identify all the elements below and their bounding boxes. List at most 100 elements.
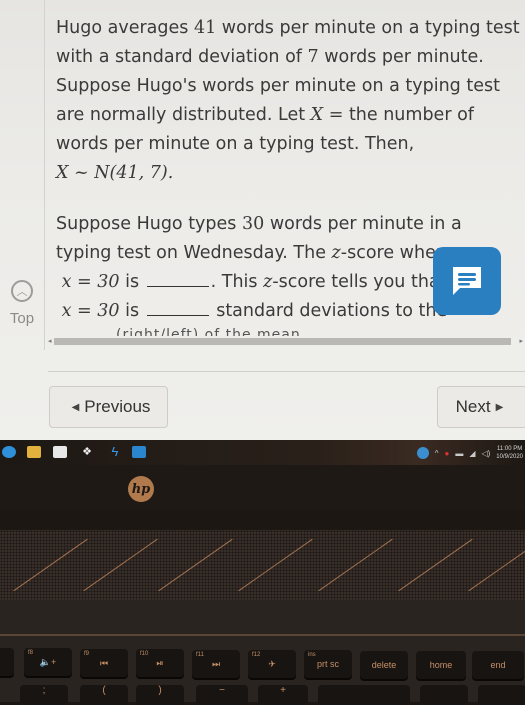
edge-icon[interactable] (2, 446, 16, 458)
key-label: delete (371, 660, 397, 670)
distribution-formula: X ~ N(41, 7). (56, 163, 174, 183)
text: Suppose Hugo's words per minute on a typ… (56, 76, 500, 96)
text: . This (210, 272, 264, 292)
scroll-right-arrow-icon[interactable]: ▸ (519, 337, 523, 345)
key-f7[interactable] (0, 648, 14, 676)
key-label: ) (158, 685, 162, 696)
sd-value: 7 (307, 47, 319, 67)
file-explorer-icon[interactable] (27, 446, 41, 458)
laptop-bezel (0, 465, 525, 510)
top-label: Top (9, 310, 35, 327)
chat-button[interactable] (433, 247, 501, 315)
store-icon[interactable] (53, 446, 67, 458)
fn-label: f8 (28, 650, 34, 656)
fn-label: f10 (140, 651, 149, 657)
key-label: + (280, 685, 286, 696)
std-dev-answer-blank[interactable] (146, 297, 209, 316)
key-f9[interactable]: f9 ⏮ (80, 649, 128, 677)
z-score-answer-blank[interactable] (146, 268, 209, 287)
fn-label: f12 (252, 652, 261, 658)
mean-value: 41 (193, 18, 217, 38)
chat-message-icon (453, 267, 481, 295)
volume-icon[interactable]: ◁) (481, 449, 490, 458)
key[interactable] (420, 685, 468, 705)
browser-screen: Hugo averages 41 words per minute on a t… (0, 0, 525, 440)
horizontal-scrollbar[interactable]: ◂ ▸ (48, 337, 525, 346)
chevron-up-icon[interactable]: ^ (435, 449, 439, 458)
key-label: ( (102, 685, 106, 696)
key-close-paren[interactable]: ) (136, 685, 184, 705)
clock-time: 11:00 PM (497, 446, 523, 452)
hp-logo: hp (128, 476, 154, 502)
text: -score wher (340, 243, 444, 263)
text: with a standard deviation of (56, 47, 308, 67)
battery-icon[interactable]: ▬ (455, 449, 463, 458)
key-label: end (490, 660, 506, 670)
key-label: ⏭ (211, 658, 221, 669)
key-label: ⏯ (156, 657, 164, 668)
key-prt-sc[interactable]: ins prt sc (304, 650, 352, 678)
key-label: ✈ (268, 658, 276, 669)
back-to-top-button[interactable]: ︿ Top (0, 280, 44, 327)
caret-left-icon: ◀ (71, 401, 80, 413)
text: words per minute on a typing test (216, 18, 520, 38)
key-plus[interactable]: + (258, 685, 308, 705)
speaker-grille (0, 530, 525, 600)
math-expression: x = 30 (61, 272, 120, 292)
dropbox-icon[interactable]: ❖ (80, 446, 94, 458)
text: Hugo averages (56, 18, 194, 38)
key-minus[interactable]: − (196, 685, 248, 705)
chevron-up-circle-icon: ︿ (11, 280, 33, 302)
key-label: − (219, 685, 225, 696)
text: words per minute. (318, 47, 484, 67)
key-f11[interactable]: f11 ⏭ (192, 650, 240, 678)
onedrive-icon[interactable]: ● (444, 449, 449, 458)
wifi-icon[interactable]: ◢ (469, 449, 475, 458)
key-end[interactable]: end (472, 651, 524, 679)
fn-label: f11 (196, 652, 204, 658)
text: words per minute on a typing test. Then, (56, 134, 415, 154)
key-f12[interactable]: f12 ✈ (248, 650, 296, 678)
key-home[interactable]: home (416, 651, 466, 679)
key-backspace[interactable] (318, 685, 410, 705)
scroll-left-arrow-icon[interactable]: ◂ (48, 337, 52, 345)
key-semicolon[interactable]: ; (20, 685, 68, 705)
math-variable: z (331, 243, 341, 263)
text: Suppose Hugo types (56, 214, 242, 234)
clock[interactable]: 11:00 PM 10/9/2020 (496, 445, 525, 461)
key-f10[interactable]: f10 ⏯ (136, 649, 184, 677)
text: are normally distributed. Let (56, 105, 311, 125)
help-icon[interactable] (416, 447, 429, 459)
fn-label: f9 (84, 651, 90, 657)
key-delete[interactable]: delete (360, 651, 408, 679)
text: words per minute in a (264, 214, 462, 234)
text: is (119, 272, 145, 292)
app-icon[interactable]: ϟ (108, 445, 122, 458)
key-label: ; (42, 685, 46, 696)
previous-label: Previous (84, 397, 151, 416)
key-open-paren[interactable]: ( (80, 685, 128, 705)
text: the number of (348, 105, 474, 125)
math-expression: x = 30 (61, 301, 120, 321)
key-label: 🔈+ (39, 656, 57, 667)
math-variable: z (263, 272, 273, 292)
windows-taskbar: ❖ ϟ ^ ● ▬ ◢ ◁) 11:00 PM 10/9/2020 (0, 440, 525, 465)
next-button[interactable]: Next ▶ (437, 386, 525, 428)
key-label: prt sc (316, 659, 339, 669)
key-f8[interactable]: f8 🔈+ (24, 648, 72, 676)
fn-label: ins (308, 652, 316, 658)
text: standard deviations to the (216, 301, 448, 321)
cut-off-text: (right/left) of the mean (116, 327, 301, 336)
key-label: ⏮ (99, 657, 109, 668)
previous-button[interactable]: ◀ Previous (49, 386, 168, 428)
text: = (323, 105, 349, 125)
divider (48, 371, 525, 372)
next-label: Next (455, 397, 491, 416)
key[interactable] (478, 685, 525, 705)
observed-value: 30 (241, 214, 265, 234)
mail-icon[interactable] (132, 446, 146, 458)
caret-right-icon: ▶ (495, 401, 504, 413)
scrollbar-thumb[interactable] (54, 338, 511, 345)
question-paragraph-1: Hugo averages 41 words per minute on a t… (56, 14, 525, 188)
text: -score tells you tha (272, 272, 440, 292)
